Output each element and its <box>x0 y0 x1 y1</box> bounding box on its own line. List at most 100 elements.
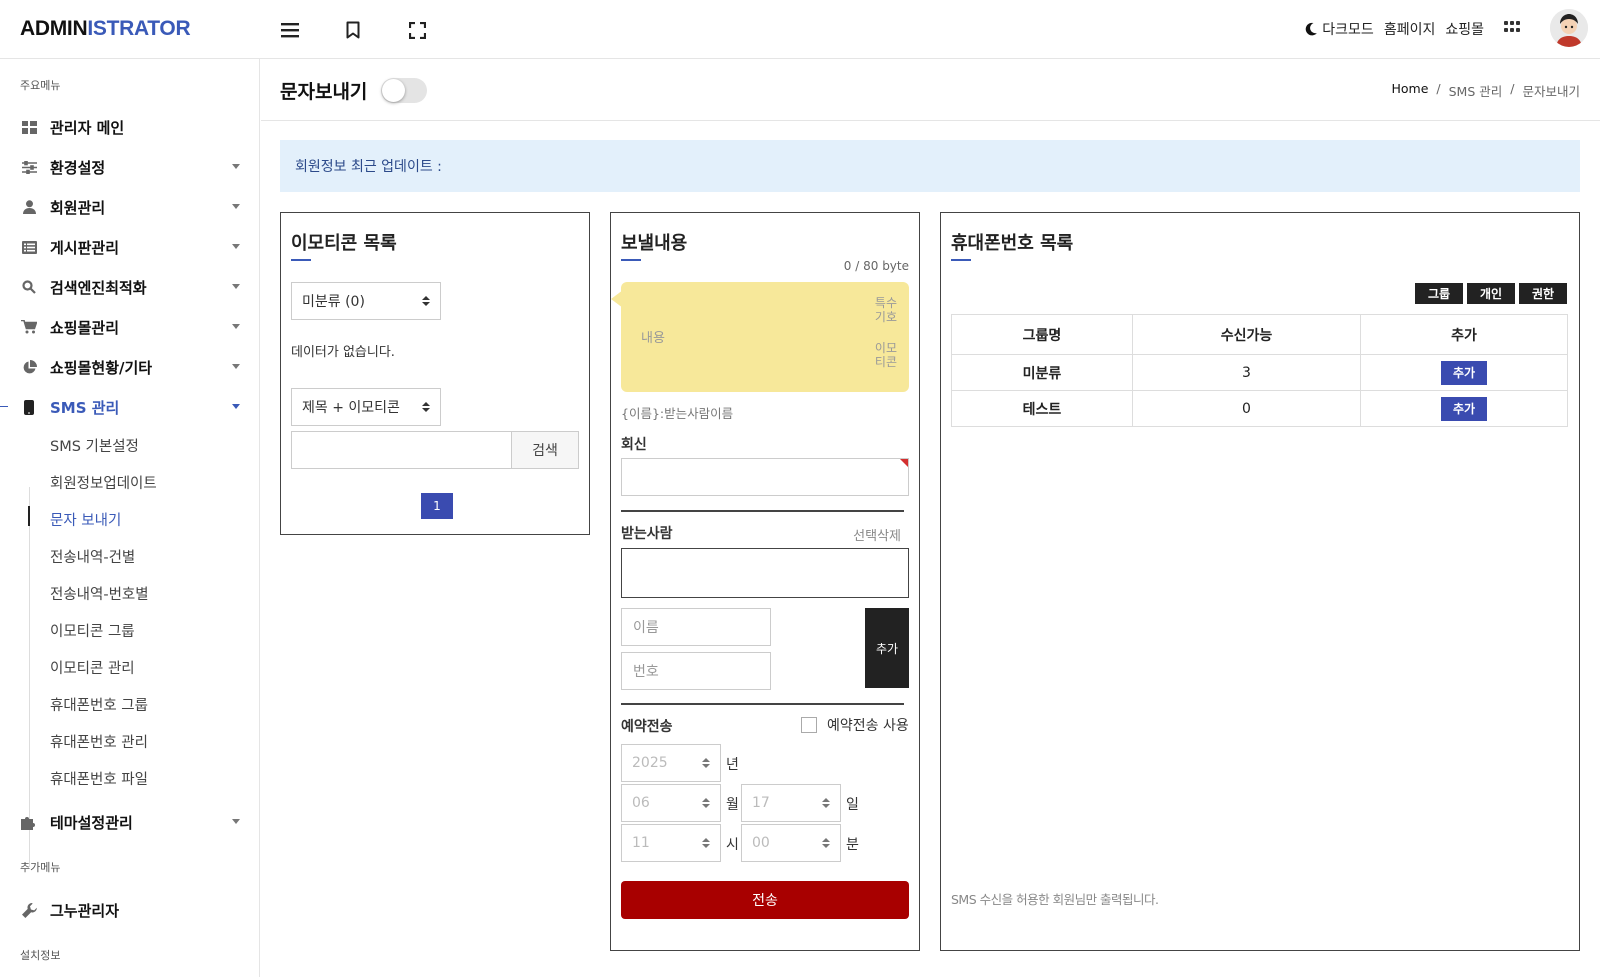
emoticon-title: 이모티콘 목록 <box>291 233 397 254</box>
sidebar-sub-member-update[interactable]: 회원정보업데이트 <box>50 472 157 493</box>
apps-grid-icon[interactable] <box>1504 21 1520 37</box>
sidebar-item-sms[interactable]: SMS 관리 <box>0 389 259 425</box>
sidebar-sub-emoticon-group[interactable]: 이모티콘 그룹 <box>50 620 135 641</box>
sidebar-sub-emoticon-manage[interactable]: 이모티콘 관리 <box>50 657 135 678</box>
breadcrumb: Home / SMS 관리 / 문자보내기 <box>1391 81 1580 100</box>
column-header: 그룹명 <box>951 314 1133 355</box>
select-arrows-icon <box>422 402 430 412</box>
send-button[interactable]: 전송 <box>621 881 909 919</box>
recipient-name-input[interactable]: 이름 <box>621 608 771 646</box>
group-button[interactable]: 그룹 <box>1415 283 1463 304</box>
emoticon-search-input[interactable] <box>291 431 512 469</box>
breadcrumb-separator: / <box>1510 81 1515 96</box>
puzzle-icon <box>20 813 38 831</box>
minute-unit: 분 <box>846 837 859 853</box>
reply-number-input[interactable] <box>621 458 909 496</box>
menu-icon[interactable] <box>278 18 302 42</box>
logo[interactable]: ADMINISTRATOR <box>20 17 191 41</box>
pie-chart-icon <box>20 358 38 376</box>
reply-label: 회신 <box>621 437 647 453</box>
submenu-active-indicator <box>28 506 30 526</box>
send-title: 보낼내용 <box>621 233 688 254</box>
chevron-down-icon <box>232 284 240 289</box>
count-cell: 0 <box>1132 390 1361 427</box>
settings-sliders-icon <box>20 158 38 176</box>
title-underline <box>621 259 641 261</box>
shop-link[interactable]: 쇼핑몰 <box>1445 19 1484 39</box>
stepper-arrows-icon <box>822 838 830 848</box>
sidebar-section-install: 설치정보 <box>20 949 61 962</box>
add-group-button[interactable]: 추가 <box>1441 360 1487 385</box>
sidebar-item-boards[interactable]: 게시판관리 <box>0 229 259 265</box>
sidebar-sub-history-each[interactable]: 전송내역-건별 <box>50 546 135 567</box>
minute-stepper[interactable]: 00 <box>741 824 841 862</box>
add-group-button[interactable]: 추가 <box>1441 396 1487 421</box>
recipient-number-input[interactable]: 번호 <box>621 652 771 690</box>
hour-stepper[interactable]: 11 <box>621 824 721 862</box>
sidebar-sub-history-number[interactable]: 전송내역-번호별 <box>50 583 149 604</box>
sidebar-sub-phone-group[interactable]: 휴대폰번호 그룹 <box>50 694 148 715</box>
chevron-down-icon <box>232 204 240 209</box>
pagination-page[interactable]: 1 <box>421 493 453 519</box>
delete-selected-link[interactable]: 선택삭제 <box>853 525 901 544</box>
homepage-link[interactable]: 홈페이지 <box>1384 19 1436 39</box>
sidebar-sub-send-sms[interactable]: 문자 보내기 <box>50 509 121 530</box>
column-header: 수신가능 <box>1132 314 1361 355</box>
darkmode-label: 다크모드 <box>1322 22 1374 38</box>
action-cell: 추가 <box>1360 354 1568 391</box>
sidebar-item-admin-main[interactable]: 관리자 메인 <box>0 109 259 145</box>
table-row: 테스트 0 추가 <box>951 390 1568 427</box>
sms-content-area[interactable]: 내용 특수 기호 이모 티콘 <box>611 282 909 392</box>
sidebar-item-gnu-admin[interactable]: 그누관리자 <box>0 892 259 928</box>
group-name-cell: 미분류 <box>951 354 1133 391</box>
cart-icon <box>20 318 38 336</box>
title-underline <box>291 259 311 261</box>
fullscreen-icon[interactable] <box>405 18 429 42</box>
dashboard-icon <box>20 118 38 136</box>
day-stepper[interactable]: 17 <box>741 784 841 822</box>
reserve-use-checkbox[interactable]: 예약전송 사용 <box>801 715 909 735</box>
sidebar-sub-phone-file[interactable]: 휴대폰번호 파일 <box>50 768 148 789</box>
sidebar-sub-phone-manage[interactable]: 휴대폰번호 관리 <box>50 731 148 752</box>
sidebar-item-seo[interactable]: 검색엔진최적화 <box>0 269 259 305</box>
breadcrumb-separator: / <box>1436 81 1441 96</box>
send-panel: 보낼내용 0 / 80 byte 내용 특수 기호 이모 티콘 {이름}:받는사람이… <box>610 212 920 951</box>
sidebar-item-shop-status[interactable]: 쇼핑몰현황/기타 <box>0 349 259 385</box>
stepper-value: 00 <box>752 835 770 851</box>
bookmark-icon[interactable] <box>341 18 365 42</box>
year-stepper[interactable]: 2025 <box>621 744 721 782</box>
personal-button[interactable]: 개인 <box>1467 283 1515 304</box>
sidebar-sub-sms-config[interactable]: SMS 기본설정 <box>50 435 139 456</box>
special-chars-button[interactable]: 특수 기호 <box>875 296 897 324</box>
permission-button[interactable]: 권한 <box>1519 283 1567 304</box>
page-toggle[interactable] <box>381 78 427 103</box>
select-arrows-icon <box>422 296 430 306</box>
sidebar-item-members[interactable]: 회원관리 <box>0 189 259 225</box>
year-unit: 년 <box>726 757 739 773</box>
month-stepper[interactable]: 06 <box>621 784 721 822</box>
table-header-row: 그룹명 수신가능 추가 <box>951 314 1568 355</box>
search-type-select[interactable]: 제목 + 이모티콘 <box>291 388 441 426</box>
avatar[interactable] <box>1550 9 1588 47</box>
sidebar-item-settings[interactable]: 환경설정 <box>0 149 259 185</box>
sidebar-item-shop[interactable]: 쇼핑몰관리 <box>0 309 259 345</box>
wrench-icon <box>20 901 38 919</box>
checkbox-box <box>801 717 817 733</box>
recipient-label: 받는사람 <box>621 526 673 542</box>
chevron-down-icon <box>232 404 240 409</box>
search-icon <box>20 278 38 296</box>
search-button[interactable]: 검색 <box>511 431 579 469</box>
sidebar-item-theme[interactable]: 테마설정관리 <box>0 804 259 840</box>
darkmode-toggle[interactable]: 다크모드 <box>1304 19 1374 39</box>
breadcrumb-sms[interactable]: SMS 관리 <box>1449 81 1503 100</box>
breadcrumb-home[interactable]: Home <box>1391 81 1428 100</box>
emoticon-button[interactable]: 이모 티콘 <box>875 341 897 369</box>
count-cell: 3 <box>1132 354 1361 391</box>
emoticon-group-select[interactable]: 미분류 (0) <box>291 282 441 320</box>
add-recipient-button[interactable]: 추가 <box>865 608 909 688</box>
recipient-list[interactable] <box>621 548 909 598</box>
main-content: 문자보내기 Home / SMS 관리 / 문자보내기 회원정보 최근 업데이트… <box>261 59 1600 977</box>
stepper-value: 17 <box>752 795 770 811</box>
phone-panel: 휴대폰번호 목록 그룹 개인 권한 그룹명 수신가능 추가 미분류 3 추가 테… <box>940 212 1580 951</box>
divider <box>621 703 904 705</box>
